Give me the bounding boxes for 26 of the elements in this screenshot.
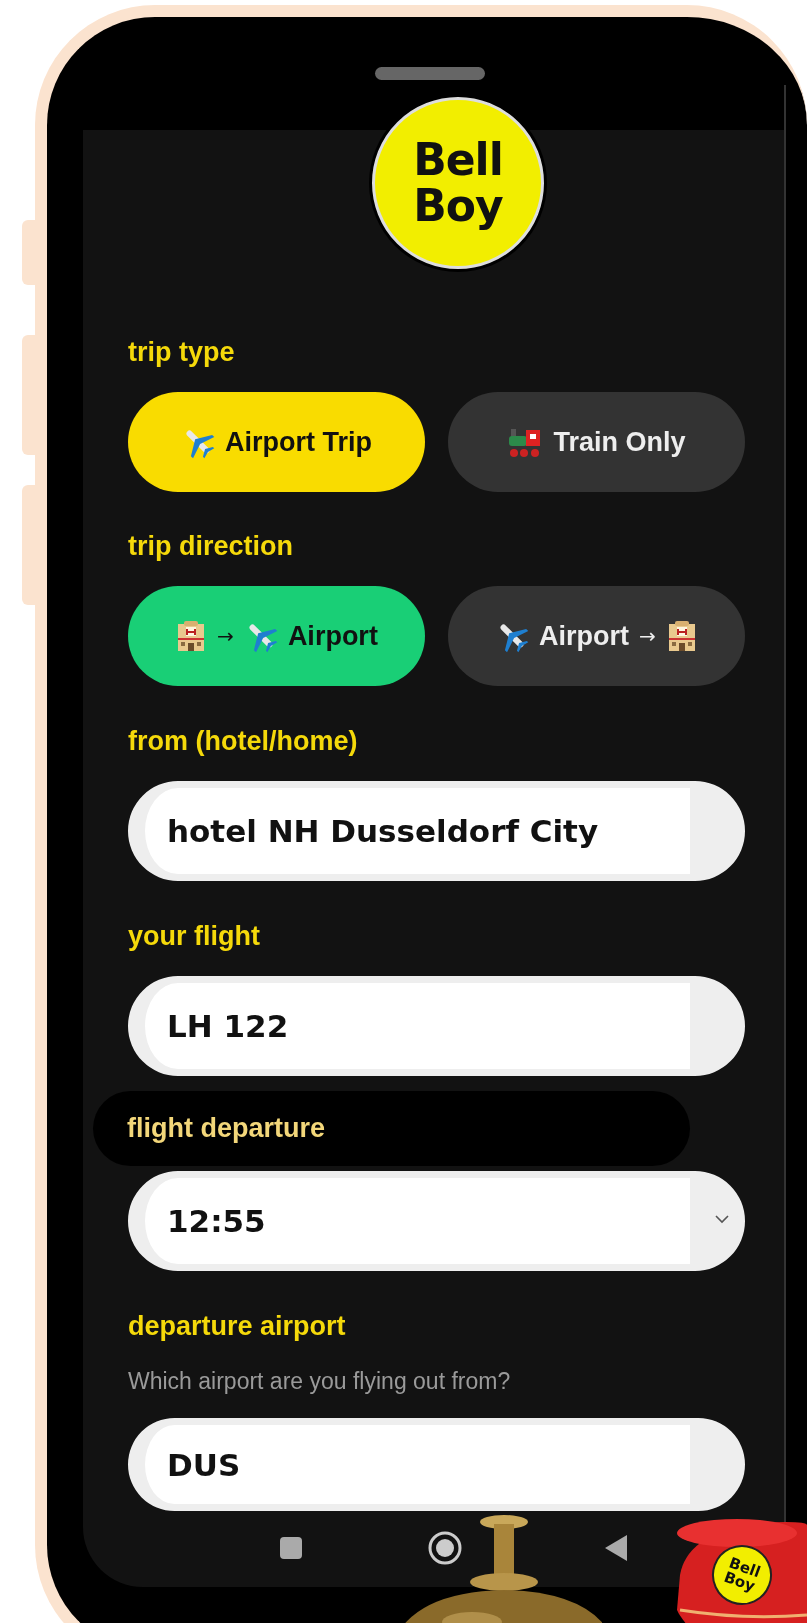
arrow-text: →: [217, 624, 234, 648]
arrow-text: →: [639, 624, 656, 648]
input-field[interactable]: DUS: [128, 1418, 745, 1511]
input-field[interactable]: LH 122: [128, 976, 745, 1076]
trip-type-option[interactable]: Airport Trip: [128, 392, 425, 492]
field-label: from (hotel/home): [128, 726, 358, 756]
field-hint: Which airport are you flying out from?: [128, 1368, 511, 1394]
trip-direction-option[interactable]: Airport →: [448, 586, 745, 686]
logo: Bell Boy: [372, 97, 544, 269]
field-label-pill: flight departure: [93, 1091, 690, 1166]
section-label: trip direction: [128, 531, 293, 561]
chevron-down-icon: [714, 1214, 730, 1224]
field-label: departure airport: [128, 1311, 346, 1341]
input-field[interactable]: hotel NH Dusseldorf City: [128, 781, 745, 881]
option-label: Airport: [539, 620, 630, 652]
option-label: Train Only: [553, 426, 686, 458]
section-label: trip type: [128, 337, 235, 367]
square-icon: [279, 1536, 303, 1560]
option-label: Airport: [287, 620, 378, 652]
trip-type-option[interactable]: Train Only: [448, 392, 745, 492]
field-label: your flight: [128, 921, 260, 951]
home-circle-icon: [427, 1530, 463, 1566]
back-icon: [603, 1533, 629, 1563]
trip-direction-option[interactable]: → Airport: [128, 586, 425, 686]
option-label: Airport Trip: [225, 426, 372, 458]
time-select[interactable]: 12:55: [128, 1171, 745, 1271]
